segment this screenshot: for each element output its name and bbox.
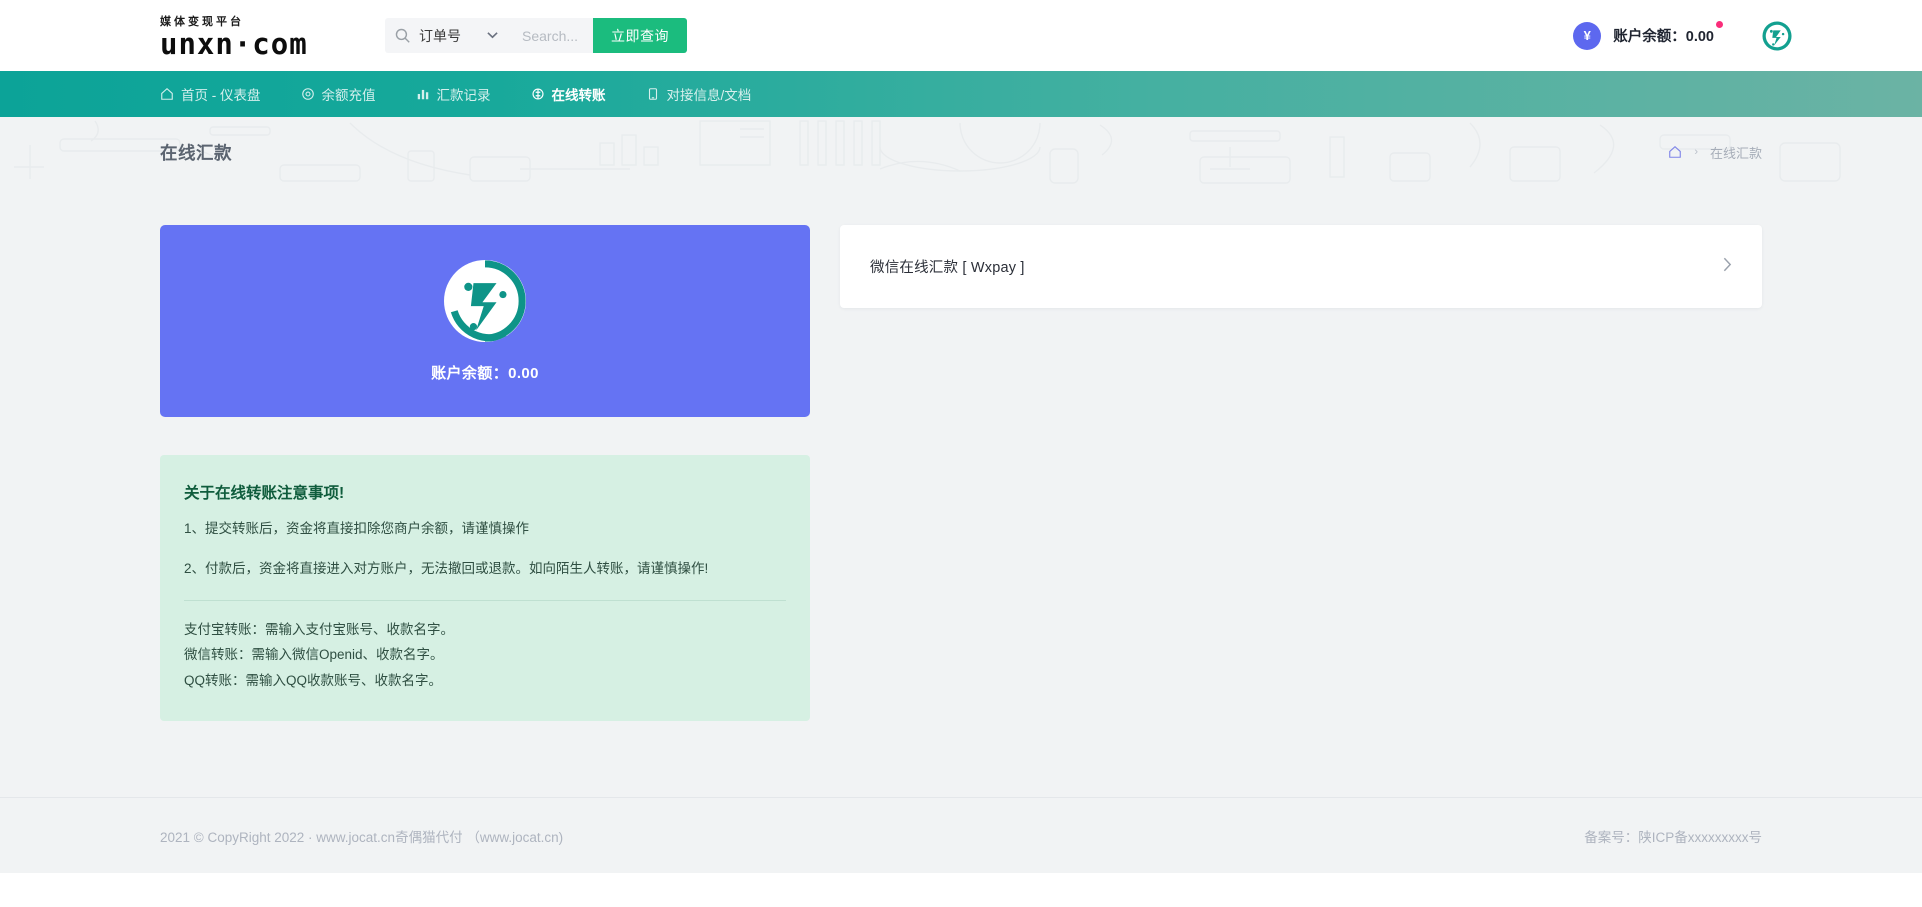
search-submit-button[interactable]: 立即查询	[593, 18, 687, 53]
balance-card-logo	[444, 259, 526, 342]
nav-item-online-transfer-label: 在线转账	[551, 88, 606, 103]
search-icon	[385, 18, 419, 53]
coin-icon	[301, 87, 315, 101]
balance-card-text: 账户余额：0.00	[431, 364, 539, 382]
footer-icp: 备案号：陕ICP备xxxxxxxxx号	[1584, 829, 1762, 845]
page-footer: 2021 © CopyRight 2022 · www.jocat.cn奇偶猫代…	[0, 797, 1922, 873]
nav-item-docs-label: 对接信息/文档	[666, 88, 752, 103]
nav-item-recharge-label: 余额充值	[321, 88, 376, 103]
chevron-down-icon	[487, 30, 498, 42]
transfer-icon	[531, 87, 545, 101]
search-type-value: 订单号	[419, 27, 461, 44]
notice-card: 关于在线转账注意事项! 1、提交转账后，资金将直接扣除您商户余额，请谨慎操作 2…	[160, 455, 810, 722]
notice-divider	[184, 599, 786, 601]
breadcrumb: › 在线汇款	[1668, 143, 1762, 162]
home-icon	[160, 87, 174, 101]
brand-logo-icon	[1762, 20, 1792, 51]
notification-dot	[1716, 21, 1723, 28]
nav-item-online-transfer[interactable]: 在线转账	[511, 71, 626, 117]
nav-item-dashboard-label: 首页 - 仪表盘	[181, 88, 261, 103]
main-navigation: 首页 - 仪表盘 余额充值 汇款记录 在线转账 对接信息/文档	[0, 71, 1922, 117]
avatar[interactable]	[1762, 20, 1792, 51]
currency-yen-icon: ¥	[1573, 21, 1602, 50]
breadcrumb-separator: ›	[1694, 146, 1698, 158]
search-type-select[interactable]: 订单号	[419, 18, 508, 53]
left-column: 账户余额：0.00 关于在线转账注意事项! 1、提交转账后，资金将直接扣除您商户…	[160, 225, 810, 722]
notice-detail-line: 支付宝转账：需输入支付宝账号、收款名字。	[184, 621, 454, 637]
page-banner: 在线汇款 › 在线汇款	[0, 117, 1922, 187]
nav-item-dashboard[interactable]: 首页 - 仪表盘	[160, 71, 281, 117]
document-icon	[646, 87, 660, 101]
bar-chart-icon	[416, 87, 430, 101]
nav-item-docs[interactable]: 对接信息/文档	[626, 71, 772, 117]
list-item[interactable]: 微信在线汇款 [ Wxpay ]	[840, 237, 1762, 296]
channel-list-card: 微信在线汇款 [ Wxpay ]	[840, 225, 1762, 308]
channel-label: 微信在线汇款 [ Wxpay ]	[870, 260, 1025, 276]
brand-logo[interactable]: 媒体变现平台 unxn·com	[160, 13, 360, 59]
breadcrumb-current: 在线汇款	[1709, 145, 1762, 161]
search-input[interactable]	[508, 18, 593, 53]
decorative-line-pattern	[14, 120, 1841, 184]
main-content: 账户余额：0.00 关于在线转账注意事项! 1、提交转账后，资金将直接扣除您商户…	[0, 187, 1922, 797]
top-header-bar: 媒体变现平台 unxn·com 订单号 立即查询 ¥ 账户余额：0.00	[0, 0, 1922, 71]
header-balance-text: 账户余额：0.00	[1613, 29, 1714, 45]
nav-item-records[interactable]: 汇款记录	[396, 71, 511, 117]
brand-name: unxn·com	[160, 26, 308, 61]
page-bottom-spacer	[0, 873, 1922, 907]
chevron-right-icon	[1723, 257, 1732, 277]
notice-line: 1、提交转账后，资金将直接扣除您商户余额，请谨慎操作	[184, 521, 530, 536]
balance-card: 账户余额：0.00	[160, 225, 810, 417]
brand-logo-icon	[445, 259, 526, 342]
page-title: 在线汇款	[160, 142, 232, 163]
nav-item-records-label: 汇款记录	[436, 88, 491, 103]
nav-item-recharge[interactable]: 余额充值	[281, 71, 396, 117]
footer-copyright: 2021 © CopyRight 2022 · www.jocat.cn奇偶猫代…	[160, 829, 564, 845]
right-column: 微信在线汇款 [ Wxpay ]	[840, 225, 1762, 308]
notice-detail-line: 微信转账：需输入微信Openid、收款名字。	[184, 647, 444, 663]
header-balance[interactable]: 账户余额：0.00	[1613, 21, 1723, 46]
header-account-area: ¥ 账户余额：0.00	[1573, 0, 1792, 71]
notice-line: 2、付款后，资金将直接进入对方账户，无法撤回或退款。如向陌生人转账，请谨慎操作!	[184, 561, 709, 577]
search-bar: 订单号 立即查询	[385, 18, 687, 53]
notice-title: 关于在线转账注意事项!	[184, 485, 345, 502]
notice-detail-line: QQ转账：需输入QQ收款账号、收款名字。	[184, 672, 443, 688]
breadcrumb-home-icon[interactable]	[1668, 145, 1682, 159]
